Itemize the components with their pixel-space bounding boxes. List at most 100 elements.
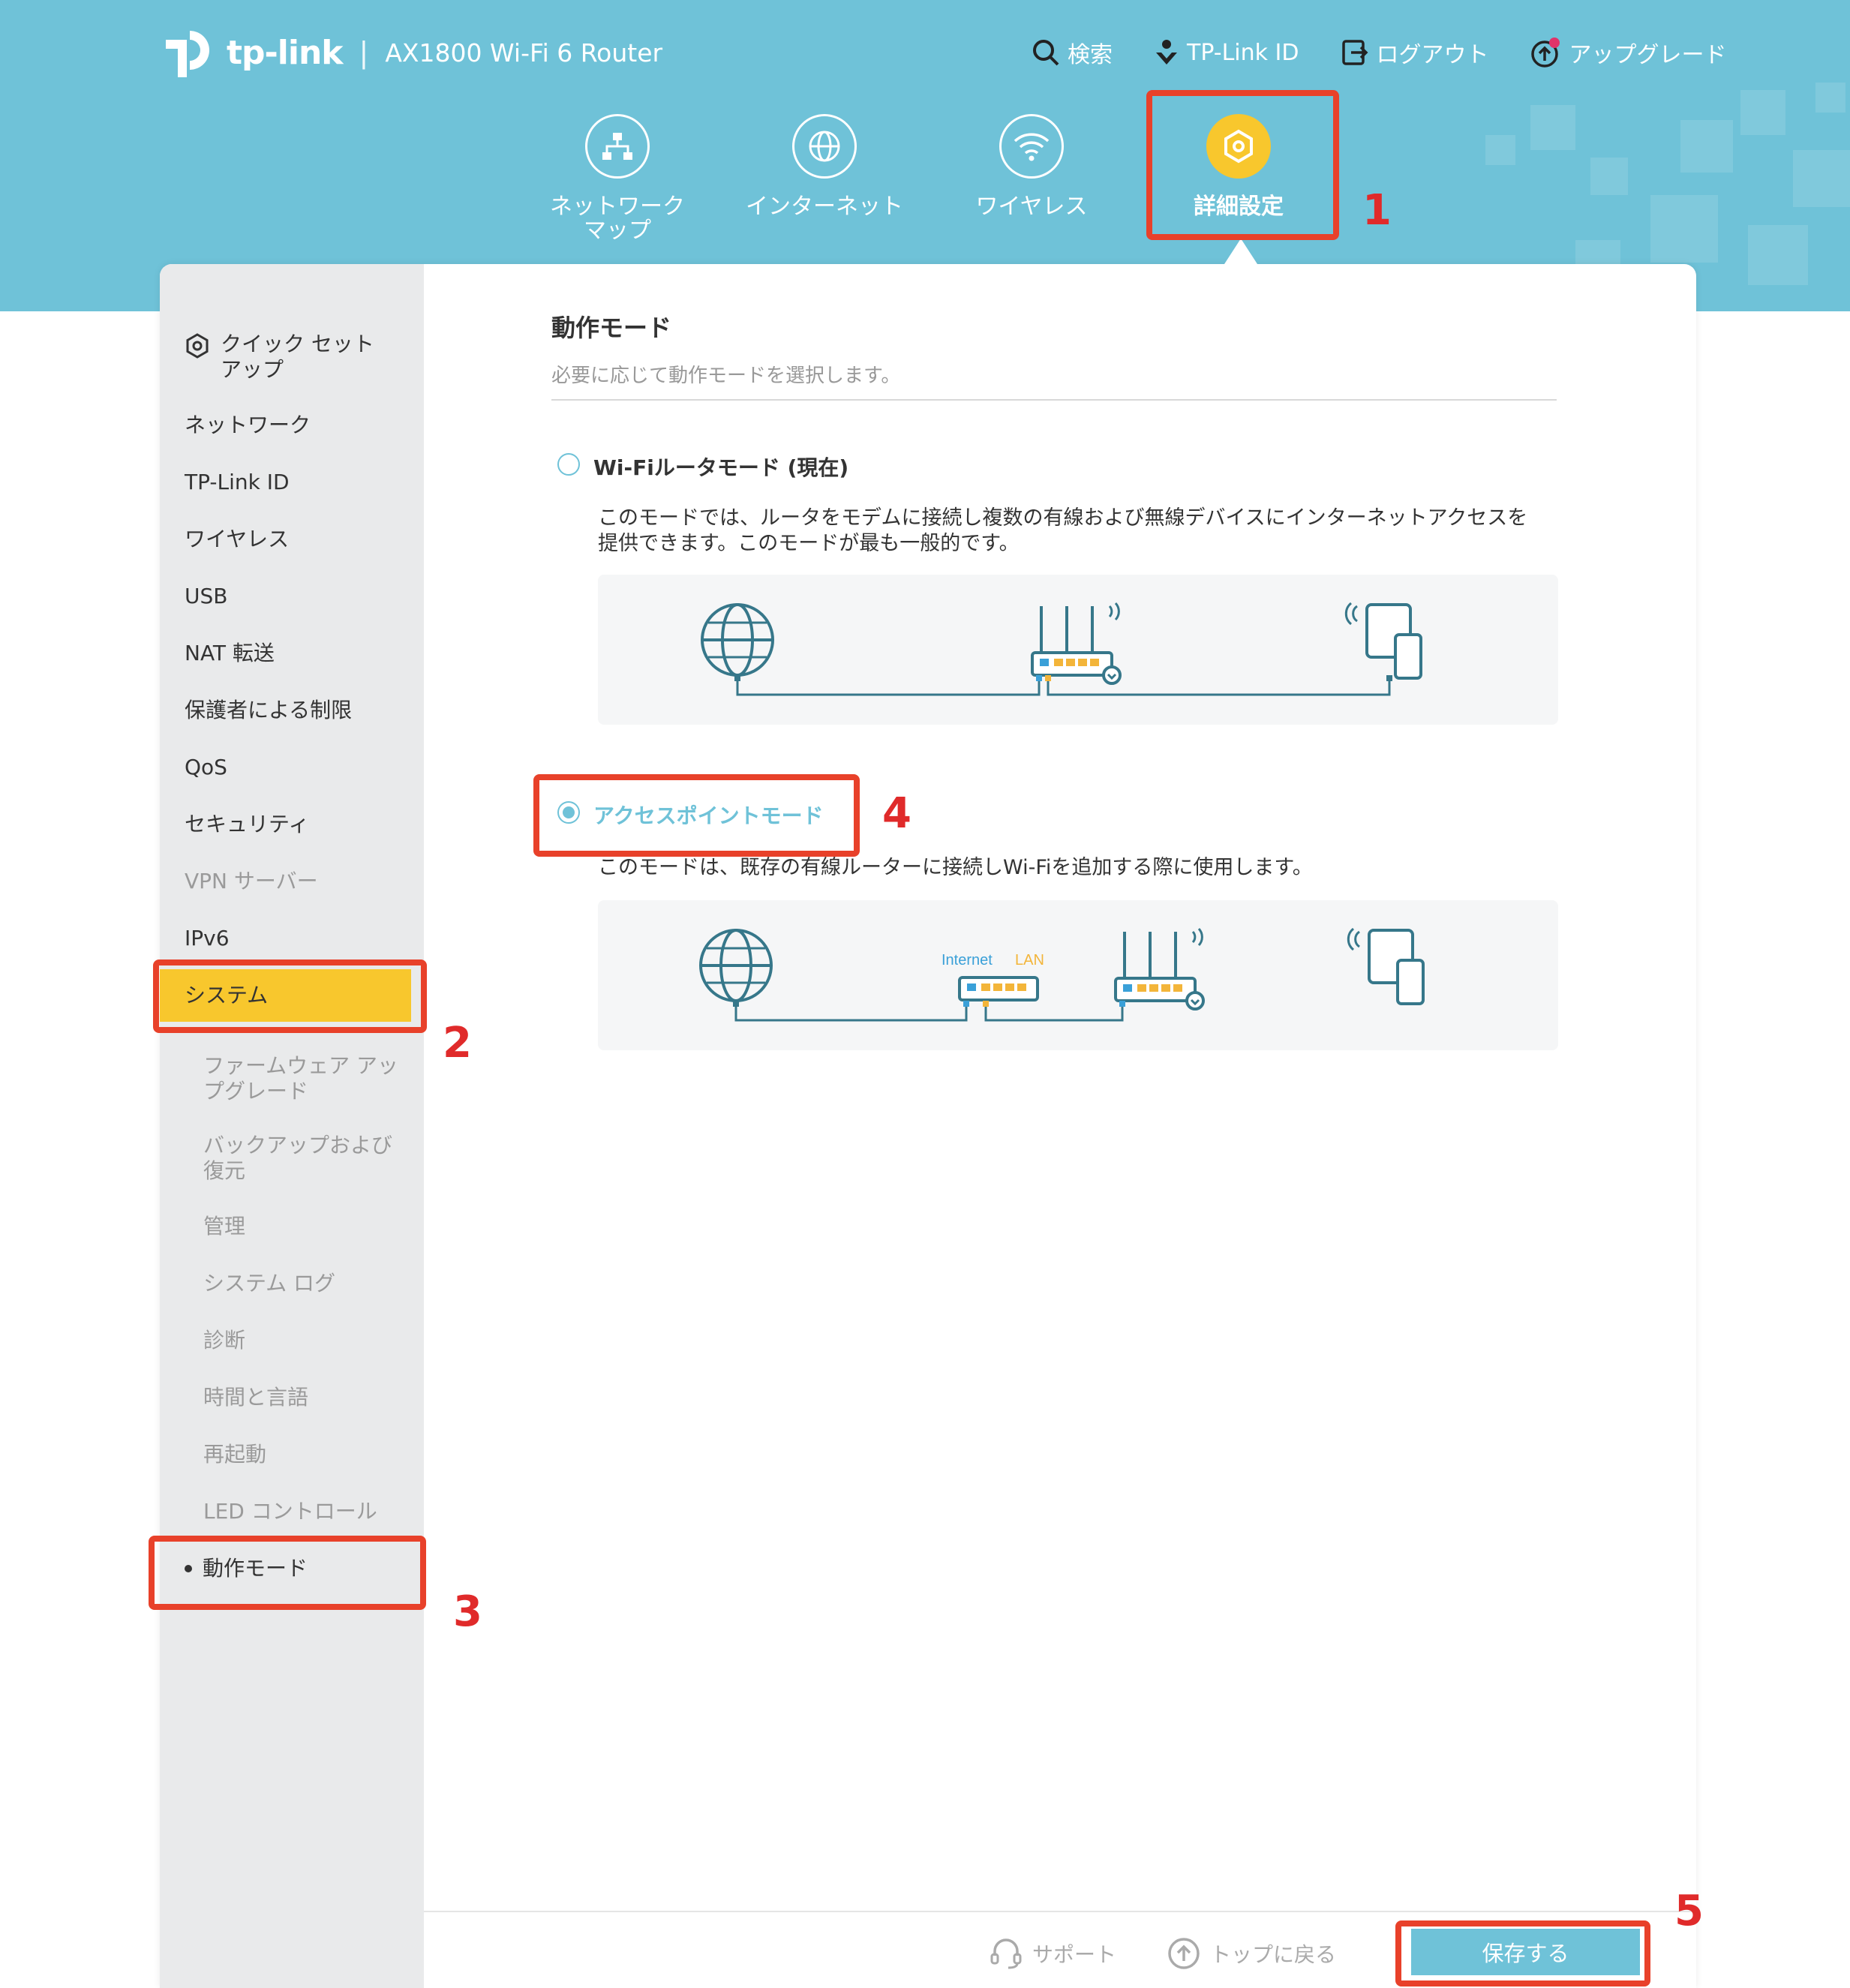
sidebar-item-label: 時間と言語 — [203, 1385, 309, 1410]
support-label: サポート — [1032, 1942, 1117, 1967]
top-link-tplink-id[interactable]: TP-Link ID — [1154, 38, 1299, 68]
lan-port-label: LAN — [1015, 952, 1044, 968]
sidebar-item-ipv6[interactable]: IPv6 — [185, 926, 230, 951]
annotation-number-4: 4 — [882, 789, 911, 838]
sidebar-item-label: LED コントロール — [203, 1499, 377, 1524]
sidebar-item-label: ワイヤレス — [185, 527, 290, 551]
main-content: 動作モード 必要に応じて動作モードを選択します。 Wi-Fiルータモード (現在… — [424, 264, 1696, 1988]
top-link-label: 検索 — [1068, 42, 1113, 68]
sidebar-item-label: バックアップおよび 復元 — [203, 1133, 393, 1183]
tab-wireless[interactable]: ワイヤレス — [945, 114, 1118, 219]
sidebar-item-qos[interactable]: QoS — [185, 755, 227, 780]
sidebar-item-nat[interactable]: NAT 転送 — [185, 641, 275, 666]
sidebar-subitem-led-control[interactable]: LED コントロール — [203, 1499, 406, 1524]
divider — [551, 399, 1557, 401]
sidebar-item-label: 診断 — [203, 1328, 246, 1353]
tab-label: インターネット — [746, 194, 903, 220]
sidebar-item-tplink-id[interactable]: TP-Link ID — [185, 470, 290, 495]
annotation-box-1 — [1146, 90, 1339, 240]
sidebar-item-security[interactable]: セキュリティ — [185, 812, 309, 837]
annotation-number-1: 1 — [1362, 186, 1392, 235]
back-to-top-label: トップに戻る — [1210, 1942, 1337, 1967]
sidebar-item-quick-setup[interactable]: クイック セット アップ — [185, 332, 374, 383]
brand-logo[interactable]: tp-link | AX1800 Wi-Fi 6 Router — [160, 23, 662, 83]
logout-icon — [1341, 40, 1368, 65]
arrow-up-circle-icon — [1168, 1938, 1200, 1969]
access-point-mode-diagram: Internet LAN — [598, 900, 1558, 1050]
gear-icon — [186, 333, 209, 359]
router-mode-diagram — [598, 575, 1558, 725]
sidebar-subitem-backup-restore[interactable]: バックアップおよび 復元 — [203, 1133, 406, 1184]
sidebar-item-label: ファームウェア アッ プグレード — [203, 1053, 399, 1104]
access-point-router-icon — [1114, 927, 1205, 1011]
existing-router-icon — [958, 976, 1039, 1002]
sidebar: クイック セット アップ ネットワーク TP-Link ID ワイヤレス USB… — [160, 264, 424, 1988]
sidebar-subitem-firmware-upgrade[interactable]: ファームウェア アッ プグレード — [203, 1053, 406, 1104]
access-point-mode-description: このモードは、既存の有線ルーターに接続しWi-Fiを追加する際に使用します。 — [598, 856, 1313, 879]
top-link-label: アップグレード — [1569, 42, 1727, 68]
top-link-search[interactable]: 検索 — [1032, 36, 1113, 69]
sidebar-subitem-time-language[interactable]: 時間と言語 — [203, 1385, 406, 1410]
sidebar-subitem-administration[interactable]: 管理 — [203, 1214, 406, 1239]
settings-card: クイック セット アップ ネットワーク TP-Link ID ワイヤレス USB… — [160, 264, 1696, 1988]
upgrade-icon — [1530, 38, 1560, 68]
sidebar-item-network[interactable]: ネットワーク — [185, 413, 311, 438]
annotation-number-5: 5 — [1674, 1887, 1704, 1935]
tab-network-map[interactable]: ネットワーク マップ — [531, 114, 704, 243]
sidebar-item-label: ネットワーク — [185, 413, 311, 437]
annotation-box-3 — [149, 1536, 426, 1610]
devices-icon — [1347, 927, 1425, 1005]
tab-internet[interactable]: インターネット — [738, 114, 911, 219]
sidebar-subitem-reboot[interactable]: 再起動 — [203, 1442, 406, 1467]
internet-globe-icon — [701, 603, 774, 677]
top-link-logout[interactable]: ログアウト — [1341, 36, 1489, 69]
connection-cable — [733, 1001, 1125, 1022]
support-link[interactable]: サポート — [989, 1936, 1116, 1971]
top-link-upgrade[interactable]: アップグレード — [1530, 36, 1727, 69]
top-link-label: TP-Link ID — [1187, 39, 1299, 66]
router-mode-radio[interactable] — [557, 453, 580, 476]
sidebar-item-usb[interactable]: USB — [185, 584, 227, 609]
sidebar-item-wireless[interactable]: ワイヤレス — [185, 527, 289, 552]
internet-globe-icon — [809, 131, 840, 162]
annotation-number-3: 3 — [453, 1587, 482, 1636]
sidebar-item-label: 管理 — [203, 1214, 246, 1239]
sidebar-item-label: システム ログ — [203, 1271, 336, 1296]
brand-separator: | — [359, 36, 369, 69]
brand-name: tp-link — [227, 33, 344, 72]
tab-label: ワイヤレス — [975, 194, 1088, 220]
sidebar-item-vpn-server[interactable]: VPN サーバー — [185, 869, 318, 894]
sidebar-item-label: QoS — [185, 755, 227, 779]
router-icon — [1031, 602, 1122, 685]
search-icon — [1033, 40, 1059, 66]
sidebar-item-label: NAT 転送 — [185, 641, 275, 665]
internet-globe-icon — [699, 929, 773, 1002]
page-title: 動作モード — [551, 314, 672, 342]
tp-link-logo-icon — [166, 30, 209, 77]
router-mode-label[interactable]: Wi-Fiルータモード (現在) — [593, 452, 848, 482]
page-subtitle: 必要に応じて動作モードを選択します。 — [551, 365, 901, 387]
headset-icon — [990, 1938, 1022, 1969]
network-map-icon — [602, 133, 632, 160]
sidebar-item-label: セキュリティ — [185, 812, 310, 836]
sidebar-item-label: VPN サーバー — [185, 869, 318, 893]
sidebar-item-label: TP-Link ID — [185, 470, 290, 494]
sidebar-item-label: USB — [185, 584, 228, 608]
wifi-icon — [1014, 133, 1050, 161]
back-to-top-link[interactable]: トップに戻る — [1167, 1936, 1336, 1971]
top-links: 検索 TP-Link ID ログアウト アップグレード — [1032, 36, 1727, 69]
annotation-box-2 — [153, 959, 427, 1033]
annotation-box-4 — [533, 774, 860, 857]
sidebar-item-label: クイック セット アップ — [221, 332, 374, 382]
annotation-number-2: 2 — [443, 1019, 472, 1068]
connection-cable — [734, 675, 1392, 696]
router-model: AX1800 Wi-Fi 6 Router — [385, 38, 663, 68]
tab-label: ネットワーク マップ — [550, 194, 685, 244]
active-tab-pointer — [1224, 239, 1257, 264]
sidebar-item-label: 保護者による制限 — [185, 698, 353, 722]
sidebar-item-parental-controls[interactable]: 保護者による制限 — [185, 698, 352, 723]
sidebar-subitem-diagnostics[interactable]: 診断 — [203, 1328, 406, 1353]
sidebar-subitem-system-log[interactable]: システム ログ — [203, 1271, 406, 1296]
internet-port-label: Internet — [942, 952, 993, 968]
sidebar-item-label: IPv6 — [185, 926, 230, 950]
